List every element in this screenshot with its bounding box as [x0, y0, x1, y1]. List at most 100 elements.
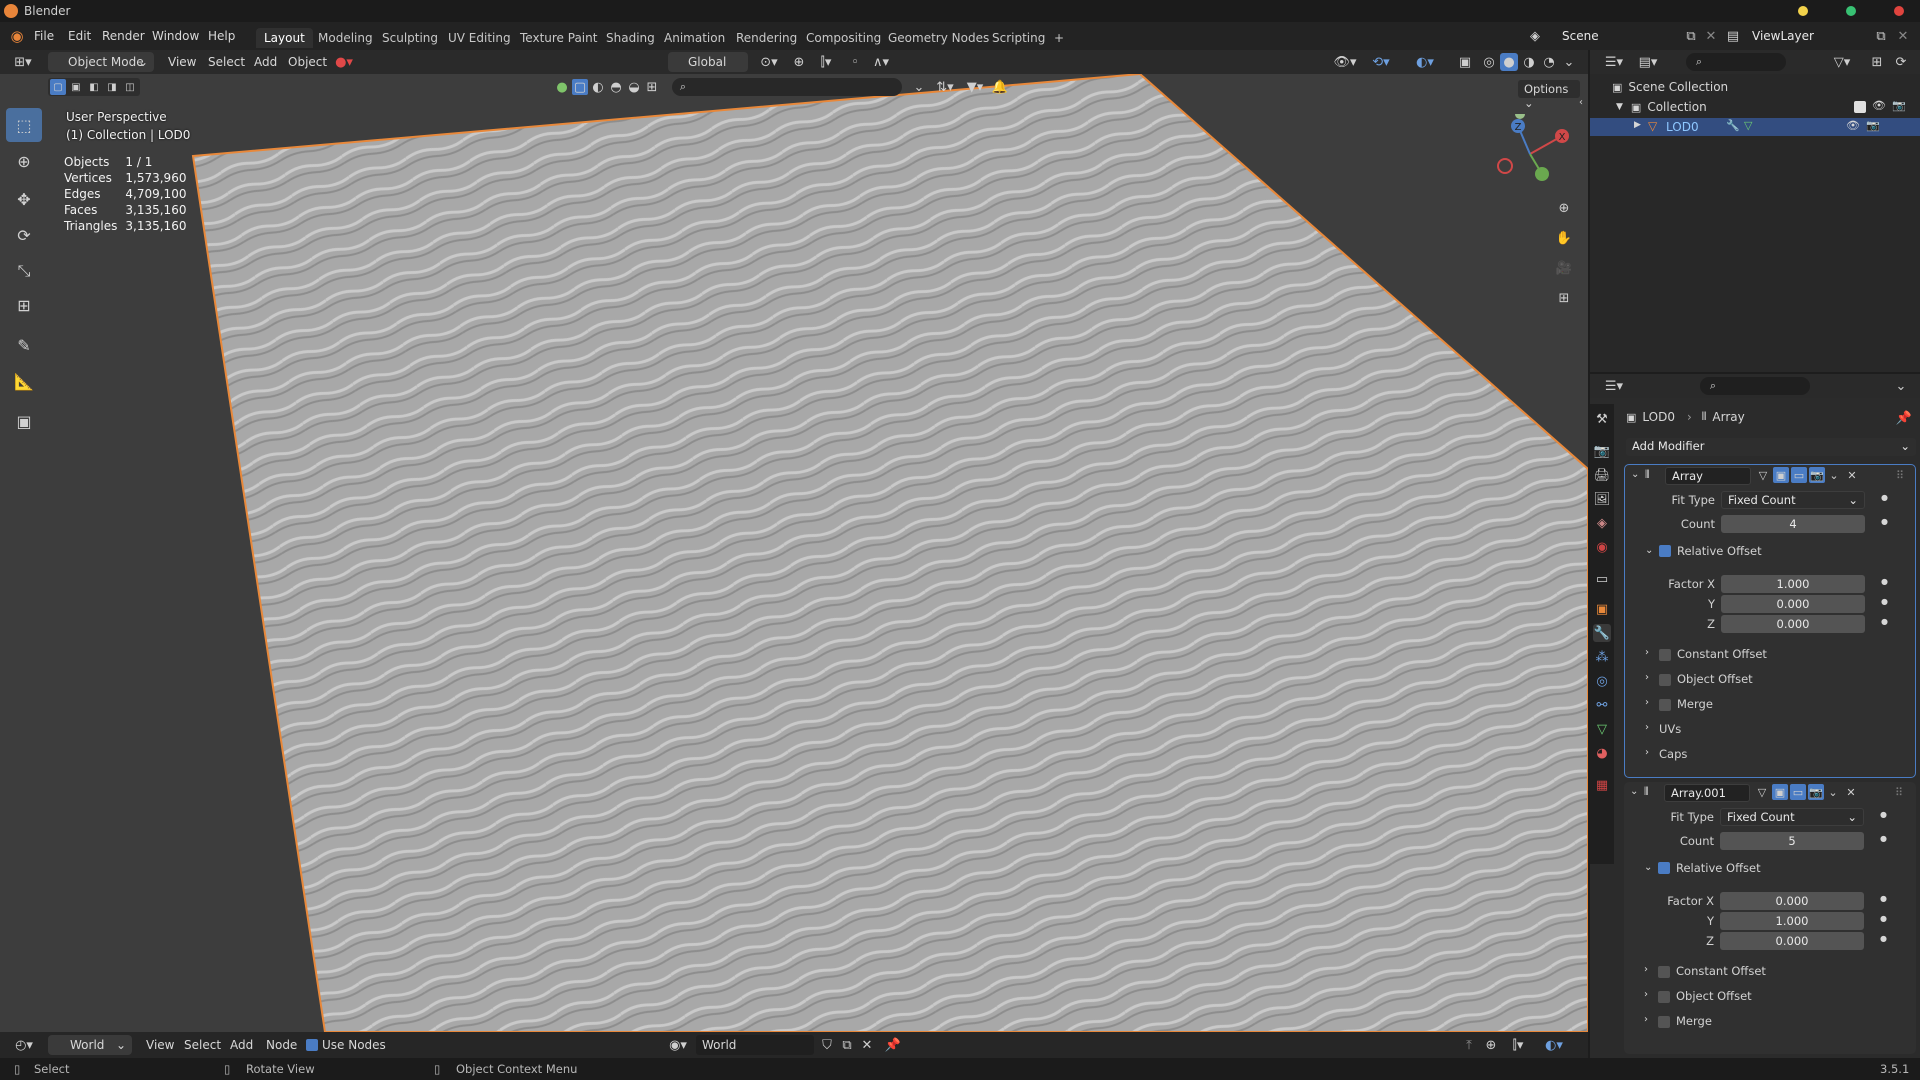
pin-icon[interactable]: 📌	[884, 1036, 902, 1054]
snap-icon[interactable]: ⊕	[790, 53, 808, 71]
sync-icon[interactable]: ⟳	[1892, 53, 1910, 71]
options-dropdown[interactable]: Options ⌄	[1518, 80, 1580, 110]
camera-filter-icon[interactable]: ◓	[608, 79, 624, 95]
measure-tool[interactable]: 📐	[6, 364, 42, 398]
collection-exclude-checkbox[interactable]	[1854, 101, 1866, 113]
grease-pencil-icon[interactable]: ●▾	[330, 53, 358, 71]
chevron-down-icon[interactable]: ⌄	[912, 79, 926, 95]
select-intersect-icon[interactable]: ◫	[122, 79, 138, 95]
collapse-arrow-icon[interactable]: ⌄	[1631, 469, 1639, 480]
count-field[interactable]: 5	[1720, 832, 1864, 850]
camera-render-icon[interactable]: 📷	[1892, 99, 1906, 112]
keyframe-dot-icon[interactable]: ●	[1880, 834, 1887, 843]
new-collection-icon[interactable]: ⊞	[1868, 53, 1886, 71]
keyframe-dot-icon[interactable]: ●	[1881, 597, 1888, 606]
factor-z-field[interactable]: 0.000	[1720, 932, 1864, 950]
sort-icon[interactable]: ⇅▾	[932, 79, 958, 95]
expand-arrow-icon[interactable]: ›	[1645, 647, 1649, 658]
modifier-menu-icon[interactable]: ⌄	[1827, 467, 1841, 483]
viewport-select-menu[interactable]: Select	[208, 55, 245, 69]
material-shading-icon[interactable]: ◑	[1520, 53, 1538, 71]
ortho-toggle-icon[interactable]: ⊞	[1554, 288, 1574, 308]
menu-file[interactable]: File	[34, 29, 54, 43]
tab-rendering[interactable]: Rendering	[728, 28, 805, 48]
constant-offset-label[interactable]: Constant Offset	[1677, 647, 1767, 661]
gizmo-icon[interactable]: ⟲▾	[1366, 53, 1396, 71]
rendered-shading-icon[interactable]: ◔	[1540, 53, 1558, 71]
menu-render[interactable]: Render	[102, 29, 145, 43]
copy-scene-icon[interactable]: ⧉	[1682, 27, 1700, 45]
zoom-icon[interactable]: ⊕	[1554, 198, 1574, 218]
scene-name[interactable]: Scene	[1562, 29, 1599, 43]
select-new-icon[interactable]: ▢	[50, 79, 66, 95]
add-modifier-dropdown[interactable]: Add Modifier ⌄	[1626, 438, 1916, 456]
expand-arrow-icon[interactable]: ›	[1645, 747, 1649, 758]
other-filter-icon[interactable]: ⊞	[644, 79, 660, 95]
scene-collection-row[interactable]: ▣ Scene Collection	[1612, 80, 1728, 94]
viewport-object-menu[interactable]: Object	[288, 55, 327, 69]
add-workspace-button[interactable]: +	[1046, 28, 1072, 48]
camera-view-icon[interactable]: 🎥	[1554, 258, 1574, 278]
expand-arrow-icon[interactable]: ›	[1644, 1014, 1648, 1025]
select-box-tool[interactable]: ⬚	[6, 108, 42, 142]
falloff-icon[interactable]: ∧▾	[868, 53, 894, 71]
camera-render-icon[interactable]: 📷	[1866, 119, 1880, 132]
modifier-name-input[interactable]: Array.001	[1664, 784, 1750, 802]
expand-arrow-icon[interactable]: ›	[1644, 964, 1648, 975]
select-mode-buttons[interactable]: ▢ ▣ ◧ ◨ ◫	[48, 78, 140, 96]
modifier-tab-icon[interactable]: 🔧	[1593, 624, 1611, 642]
factor-x-field[interactable]: 1.000	[1721, 575, 1865, 593]
collection-tab-icon[interactable]: ▭	[1593, 570, 1611, 588]
keyframe-dot-icon[interactable]: ●	[1880, 934, 1887, 943]
drag-handle-icon[interactable]: ⠿	[1893, 467, 1907, 483]
annotate-tool[interactable]: ✎	[6, 328, 42, 362]
relative-offset-checkbox[interactable]	[1659, 545, 1671, 557]
constant-offset-checkbox[interactable]	[1658, 966, 1670, 978]
node-node-menu[interactable]: Node	[266, 1038, 297, 1052]
material-tab-icon[interactable]: ◕	[1593, 744, 1611, 762]
drag-handle-icon[interactable]: ⠿	[1892, 784, 1906, 800]
scene-icon[interactable]: ◈	[1526, 27, 1544, 45]
uvs-label[interactable]: UVs	[1659, 722, 1681, 736]
node-select-menu[interactable]: Select	[184, 1038, 221, 1052]
wrench-icon[interactable]: 🔧	[1726, 119, 1740, 132]
node-add-menu[interactable]: Add	[230, 1038, 253, 1052]
properties-search-input[interactable]: ⌕	[1700, 377, 1810, 395]
move-tool[interactable]: ✥	[6, 182, 42, 216]
keyframe-dot-icon[interactable]: ●	[1881, 493, 1888, 502]
data-tab-icon[interactable]: ▽	[1593, 720, 1611, 738]
pivot-point-icon[interactable]: ⊙▾	[756, 53, 782, 71]
object-offset-checkbox[interactable]	[1658, 991, 1670, 1003]
merge-label[interactable]: Merge	[1677, 697, 1713, 711]
relative-offset-checkbox[interactable]	[1658, 862, 1670, 874]
mode-dropdown[interactable]: Object Mode ⌄	[48, 52, 154, 72]
3d-viewport[interactable]: ▢ ▣ ◧ ◨ ◫ ● ▢ ◐ ◓ ◒ ⊞ ⌕ ⌄ ⇅▾ ▼▾ 🔔 Option…	[0, 74, 1588, 1032]
keyframe-dot-icon[interactable]: ●	[1880, 914, 1887, 923]
transform-tool[interactable]: ⊞	[6, 288, 42, 322]
factor-y-field[interactable]: 1.000	[1720, 912, 1864, 930]
fit-type-dropdown[interactable]: Fixed Count ⌄	[1721, 491, 1865, 509]
viewport-add-menu[interactable]: Add	[254, 55, 277, 69]
object-offset-label[interactable]: Object Offset	[1676, 989, 1752, 1003]
use-nodes-checkbox[interactable]	[306, 1039, 318, 1051]
maximize-button[interactable]	[1846, 6, 1856, 16]
remove-modifier-icon[interactable]: ✕	[1845, 467, 1859, 483]
menu-window[interactable]: Window	[152, 29, 199, 43]
tab-shading[interactable]: Shading	[598, 28, 663, 48]
minimize-button[interactable]	[1798, 6, 1808, 16]
proportional-edit-icon[interactable]: ◦	[846, 53, 864, 71]
viewport-display-icon[interactable]: ▭	[1791, 467, 1807, 483]
output-tab-icon[interactable]: 🖨	[1593, 466, 1611, 484]
view-layer-name[interactable]: ViewLayer	[1752, 29, 1814, 43]
tab-geometry-nodes[interactable]: Geometry Nodes	[880, 28, 997, 48]
constant-offset-label[interactable]: Constant Offset	[1676, 964, 1766, 978]
properties-editor-type-icon[interactable]: ☰▾	[1600, 377, 1628, 395]
blender-menu-icon[interactable]: ◉	[8, 27, 26, 45]
tab-animation[interactable]: Animation	[656, 28, 733, 48]
cursor-tool[interactable]: ⊕	[6, 144, 42, 178]
factor-z-field[interactable]: 0.000	[1721, 615, 1865, 633]
physics-tab-icon[interactable]: ◎	[1593, 672, 1611, 690]
snap-mode-icon[interactable]: ⫿▾	[1504, 1036, 1532, 1054]
view-layer-icon[interactable]: ▤	[1724, 27, 1742, 45]
menu-edit[interactable]: Edit	[68, 29, 91, 43]
